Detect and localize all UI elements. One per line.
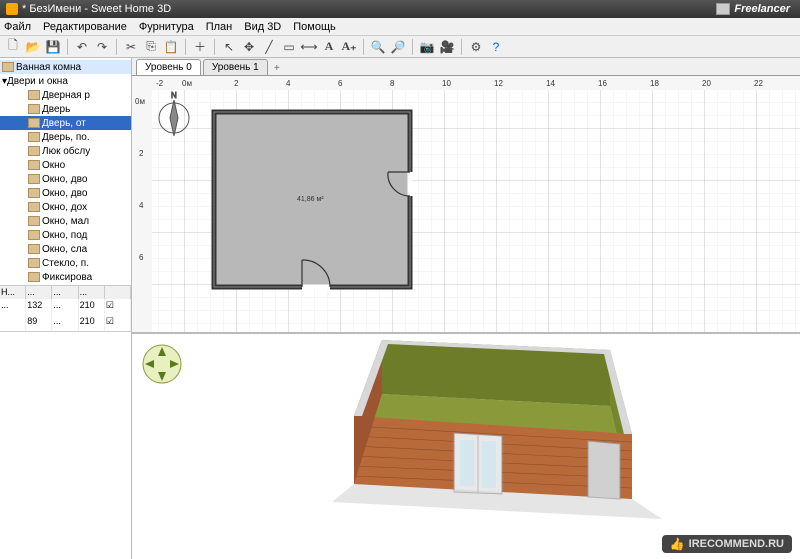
svg-text:2: 2: [234, 79, 239, 88]
wall-tool[interactable]: ╱: [260, 38, 278, 56]
svg-text:6: 6: [139, 253, 144, 262]
create-photo-button[interactable]: 📷: [418, 38, 436, 56]
tree-item[interactable]: Стекло, п.: [0, 256, 131, 270]
svg-text:6: 6: [338, 79, 343, 88]
tree-item[interactable]: Дверь, по.: [0, 130, 131, 144]
toolbar: 🗋 📂 💾 ↶ ↷ ✂ ⎘ 📋 ＋ ↖ ✥ ╱ ▭ ⟷ A A₊ 🔍 🔎 📷 🎥…: [0, 36, 800, 58]
svg-text:-2: -2: [156, 79, 164, 88]
window-title: * БезИмени - Sweet Home 3D: [22, 3, 171, 15]
plan-pane[interactable]: Уровень 0 Уровень 1 + -2 0м 2 4 6 8 10 12 14 16 18…: [132, 58, 800, 334]
undo-button[interactable]: ↶: [73, 38, 91, 56]
room-tool[interactable]: ▭: [280, 38, 298, 56]
tree-item-selected[interactable]: Дверь, от: [0, 116, 131, 130]
paste-button[interactable]: 📋: [162, 38, 180, 56]
tree-category-bathroom[interactable]: Ванная комна: [0, 60, 131, 74]
menu-bar: Файл Редактирование Фурнитура План Вид 3…: [0, 18, 800, 36]
freelancer-badge: Freelancer: [730, 3, 794, 15]
copy-button[interactable]: ⎘: [142, 38, 160, 56]
svg-text:0м: 0м: [135, 97, 145, 106]
furniture-table-row[interactable]: 89...210☑: [0, 315, 131, 331]
svg-text:20: 20: [702, 79, 711, 88]
zoom-in-button[interactable]: 🔍: [369, 38, 387, 56]
svg-text:0м: 0м: [182, 79, 192, 88]
svg-text:41,86 м²: 41,86 м²: [297, 196, 324, 203]
pan-tool[interactable]: ✥: [240, 38, 258, 56]
tree-item[interactable]: Дверная р: [0, 88, 131, 102]
menu-furniture[interactable]: Фурнитура: [139, 21, 194, 33]
svg-text:4: 4: [139, 201, 144, 210]
menu-help[interactable]: Помощь: [293, 21, 336, 33]
add-furniture-button[interactable]: ＋: [191, 38, 209, 56]
svg-text:2: 2: [139, 149, 144, 158]
level-tabs: Уровень 0 Уровень 1 +: [132, 58, 800, 76]
watermark: 👍 IRECOMMEND.RU: [662, 535, 792, 553]
tree-item[interactable]: Фиксирова: [0, 270, 131, 284]
title-bar: * БезИмени - Sweet Home 3D Freelancer: [0, 0, 800, 18]
svg-text:18: 18: [650, 79, 659, 88]
redo-button[interactable]: ↷: [93, 38, 111, 56]
tree-item[interactable]: Люк обслу: [0, 144, 131, 158]
furniture-table-header: Н............: [0, 285, 131, 299]
3d-canvas[interactable]: [132, 334, 800, 559]
tree-item[interactable]: Окно, дво: [0, 186, 131, 200]
save-button[interactable]: 💾: [44, 38, 62, 56]
text-tool-2[interactable]: A₊: [340, 38, 358, 56]
menu-file[interactable]: Файл: [4, 21, 31, 33]
zoom-out-button[interactable]: 🔎: [389, 38, 407, 56]
new-button[interactable]: 🗋: [4, 38, 22, 56]
menu-3d[interactable]: Вид 3D: [244, 21, 281, 33]
svg-text:14: 14: [546, 79, 555, 88]
menu-plan[interactable]: План: [206, 21, 233, 33]
text-tool[interactable]: A: [320, 38, 338, 56]
3d-view-pane[interactable]: [132, 334, 800, 559]
tree-item[interactable]: Дверь: [0, 102, 131, 116]
preferences-button[interactable]: ⚙: [467, 38, 485, 56]
svg-text:16: 16: [598, 79, 607, 88]
svg-text:N: N: [171, 91, 177, 100]
catalog-tree[interactable]: Ванная комна ▾ Двери и окна Дверная р Дв…: [0, 58, 131, 285]
svg-text:12: 12: [494, 79, 503, 88]
svg-text:4: 4: [286, 79, 291, 88]
svg-text:10: 10: [442, 79, 451, 88]
furniture-table-row[interactable]: ...132...210☑: [0, 299, 131, 315]
add-level-button[interactable]: +: [270, 61, 284, 75]
tab-level-1[interactable]: Уровень 1: [203, 59, 268, 75]
3d-navigation-control[interactable]: [142, 344, 182, 384]
help-button[interactable]: ?: [487, 38, 505, 56]
tree-item[interactable]: Окно, мал: [0, 214, 131, 228]
minimize-button[interactable]: [716, 3, 730, 15]
dimension-tool[interactable]: ⟷: [300, 38, 318, 56]
svg-text:8: 8: [390, 79, 395, 88]
create-video-button[interactable]: 🎥: [438, 38, 456, 56]
tree-item[interactable]: Окно, дво: [0, 172, 131, 186]
cut-button[interactable]: ✂: [122, 38, 140, 56]
tree-item[interactable]: Окно, под: [0, 228, 131, 242]
app-icon: [6, 3, 18, 15]
svg-text:22: 22: [754, 79, 763, 88]
plan-canvas[interactable]: -2 0м 2 4 6 8 10 12 14 16 18 20 22 0м 2 4 6 N 41,86 м²: [132, 76, 800, 334]
tree-item[interactable]: Окно, сла: [0, 242, 131, 256]
menu-edit[interactable]: Редактирование: [43, 21, 127, 33]
thumbs-up-icon: 👍: [670, 537, 685, 551]
open-button[interactable]: 📂: [24, 38, 42, 56]
workspace: Ванная комна ▾ Двери и окна Дверная р Дв…: [0, 58, 800, 559]
right-column: Уровень 0 Уровень 1 + -2 0м 2 4 6 8 10 12 14 16 18…: [132, 58, 800, 559]
left-column: Ванная комна ▾ Двери и окна Дверная р Дв…: [0, 58, 132, 559]
tree-item[interactable]: Окно, дох: [0, 200, 131, 214]
select-tool[interactable]: ↖: [220, 38, 238, 56]
tab-level-0[interactable]: Уровень 0: [136, 59, 201, 75]
tree-item[interactable]: Окно: [0, 158, 131, 172]
tree-category-doors-windows[interactable]: ▾ Двери и окна: [0, 74, 131, 88]
